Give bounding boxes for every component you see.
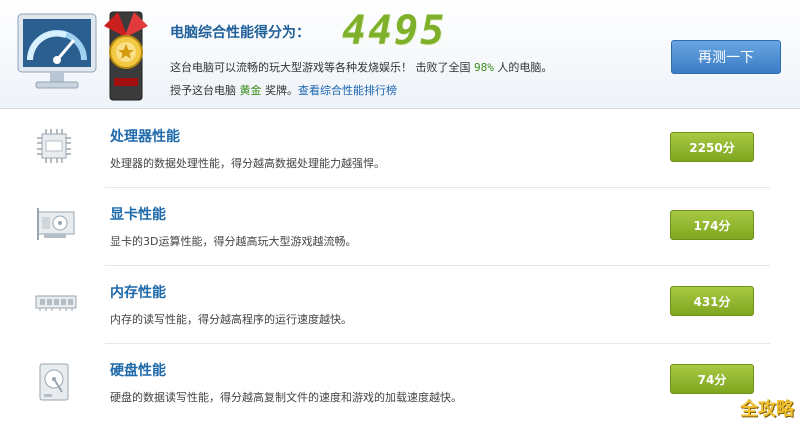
row-title: 显卡性能: [110, 207, 166, 223]
row-description: 显卡的3D运算性能，得分越高玩大型游戏越流畅。: [110, 235, 357, 248]
row-description: 处理器的数据处理性能，得分越高数据处理能力越强悍。: [110, 157, 385, 170]
retest-button[interactable]: 再测一下: [671, 40, 781, 74]
graphics-performance-row: 显卡性能 显卡的3D运算性能，得分越高玩大型游戏越流畅。 174分: [0, 188, 800, 266]
hard-disk-icon: [39, 363, 69, 401]
description-suffix: 人的电脑。: [493, 61, 553, 74]
row-title: 内存性能: [110, 285, 166, 301]
graphics-card-icon: [37, 208, 75, 240]
score-badge: 74分: [670, 364, 754, 394]
row-description: 内存的读写性能，得分越高程序的运行速度越快。: [110, 313, 352, 326]
memory-performance-row: 内存性能 内存的读写性能，得分越高程序的运行速度越快。 431分: [0, 266, 800, 344]
row-description: 硬盘的数据读写性能，得分越高复制文件的速度和游戏的加载速度越快。: [110, 391, 462, 404]
award-line: 授予这台电脑 黄金 奖牌。查看综合性能排行榜: [170, 82, 397, 98]
row-title: 硬盘性能: [110, 363, 166, 379]
watermark: 全攻略: [740, 399, 794, 420]
award-prefix: 授予这台电脑: [170, 84, 240, 97]
speedometer-monitor-icon: [17, 13, 97, 89]
gold-medal-icon: [104, 11, 148, 101]
medal-name: 黄金: [239, 84, 262, 97]
score-description: 这台电脑可以流畅的玩大型游戏等各种发烧娱乐！ 击败了全国 98% 人的电脑。: [170, 59, 552, 75]
score-header: 电脑综合性能得分为： 4495 这台电脑可以流畅的玩大型游戏等各种发烧娱乐！ 击…: [0, 0, 800, 109]
score-badge: 431分: [670, 286, 754, 316]
score-badge: 2250分: [670, 132, 754, 162]
cpu-performance-row: 处理器性能 处理器的数据处理性能，得分越高数据处理能力越强悍。 2250分: [0, 110, 800, 188]
memory-icon: [35, 295, 77, 311]
ranking-link[interactable]: 查看综合性能排行榜: [298, 84, 397, 97]
cpu-icon: [37, 129, 71, 163]
disk-performance-row: 硬盘性能 硬盘的数据读写性能，得分越高复制文件的速度和游戏的加载速度越快。 74…: [0, 344, 800, 422]
score-badge: 174分: [670, 210, 754, 240]
award-suffix: 奖牌。: [261, 84, 298, 97]
beat-percentage: 98%: [474, 61, 494, 74]
description-text: 这台电脑可以流畅的玩大型游戏等各种发烧娱乐！ 击败了全国: [170, 61, 474, 74]
score-title: 电脑综合性能得分为：: [170, 25, 310, 41]
row-title: 处理器性能: [110, 129, 180, 145]
total-score: 4495: [342, 8, 447, 54]
